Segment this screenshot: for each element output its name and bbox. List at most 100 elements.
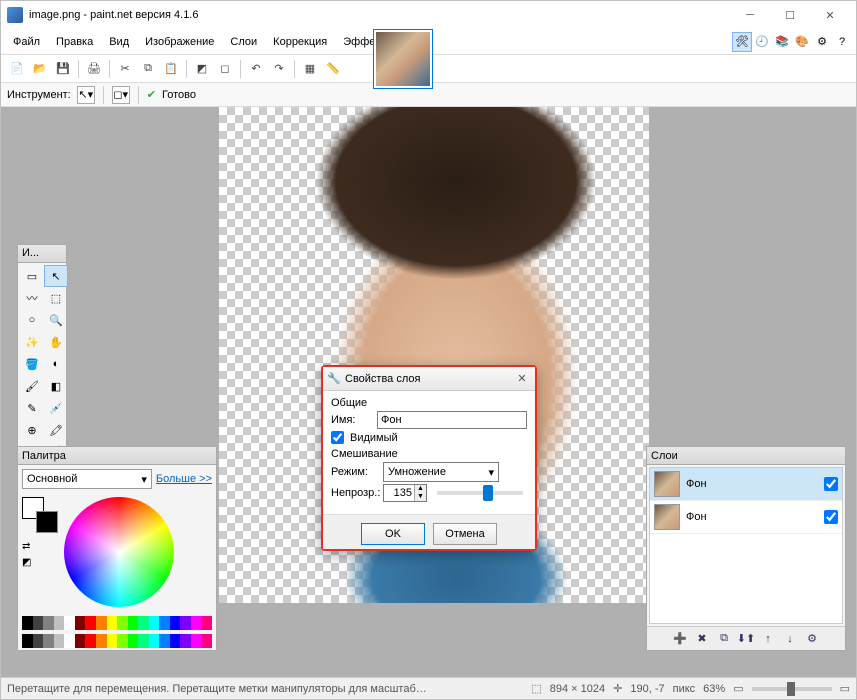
- mode-label: Режим:: [331, 466, 377, 478]
- opacity-value-input[interactable]: [384, 487, 414, 499]
- visible-checkbox[interactable]: [331, 431, 344, 444]
- layers-window-toggle[interactable]: 📚: [772, 32, 792, 52]
- selection-mode[interactable]: ◻▾: [112, 86, 130, 104]
- layers-panel: Слои Фон Фон ➕ ✖ ⧉ ⬇⬆ ↑ ↓ ⚙: [646, 446, 846, 651]
- palette-primary-dropdown[interactable]: Основной▾: [22, 469, 152, 489]
- reset-colors-icon[interactable]: ◩: [22, 557, 31, 568]
- document-thumbnail[interactable]: [373, 29, 433, 89]
- menu-image[interactable]: Изображение: [137, 32, 222, 52]
- cut-button[interactable]: ✂: [115, 59, 135, 79]
- status-units[interactable]: пикс: [673, 683, 696, 695]
- tool-gradient[interactable]: ◐: [44, 353, 68, 375]
- open-button[interactable]: 📂: [30, 59, 50, 79]
- save-button[interactable]: 💾: [53, 59, 73, 79]
- tool-rect-select[interactable]: ▭: [20, 265, 44, 287]
- swap-colors-icon[interactable]: ⇄: [22, 541, 30, 552]
- crop-button[interactable]: ◩: [192, 59, 212, 79]
- undo-button[interactable]: ↶: [246, 59, 266, 79]
- tool-clone[interactable]: ⊕: [20, 419, 44, 441]
- help-icon[interactable]: ?: [832, 32, 852, 52]
- new-button[interactable]: 📄: [7, 59, 27, 79]
- layer-down-button[interactable]: ↓: [780, 629, 800, 649]
- tool-picker[interactable]: ↖▾: [77, 86, 95, 104]
- layer-visible-checkbox[interactable]: [824, 477, 838, 491]
- color-wheel[interactable]: [64, 497, 174, 607]
- tool-zoom[interactable]: 🔍: [44, 309, 68, 331]
- tool-pan[interactable]: ✋: [44, 331, 68, 353]
- opacity-slider-thumb[interactable]: [483, 485, 493, 501]
- tool-picker[interactable]: 💉: [44, 397, 68, 419]
- layer-row[interactable]: Фон: [650, 468, 842, 501]
- status-zoom[interactable]: 63%: [703, 683, 725, 695]
- layer-merge-button[interactable]: ⬇⬆: [736, 629, 756, 649]
- layer-up-button[interactable]: ↑: [758, 629, 778, 649]
- layer-delete-button[interactable]: ✖: [692, 629, 712, 649]
- cancel-button[interactable]: Отмена: [433, 523, 497, 545]
- ruler-button[interactable]: 📏: [323, 59, 343, 79]
- minimize-button[interactable]: ─: [730, 4, 770, 26]
- settings-icon[interactable]: ⚙: [812, 32, 832, 52]
- deselect-button[interactable]: ◻: [215, 59, 235, 79]
- close-button[interactable]: ✕: [810, 4, 850, 26]
- window-title: image.png - paint.net версия 4.1.6: [29, 9, 730, 21]
- secondary-color-swatch[interactable]: [36, 511, 58, 533]
- layer-add-button[interactable]: ➕: [670, 629, 690, 649]
- status-cursor: 190, -7: [630, 683, 664, 695]
- menu-adjust[interactable]: Коррекция: [265, 32, 335, 52]
- layers-title: Слои: [651, 450, 678, 462]
- tool-eraser[interactable]: ◧: [44, 375, 68, 397]
- tools-window-toggle[interactable]: 🛠: [732, 32, 752, 52]
- blend-mode-select[interactable]: Умножение▾: [383, 462, 499, 482]
- opacity-spinner[interactable]: ▲▼: [383, 484, 427, 502]
- tool-move-selection[interactable]: ⬚: [44, 287, 68, 309]
- tool-ellipse-select[interactable]: ○: [20, 309, 44, 331]
- spin-up[interactable]: ▲: [415, 485, 426, 493]
- app-icon: [7, 7, 23, 23]
- tool-lasso[interactable]: 〰: [20, 287, 44, 309]
- zoom-slider[interactable]: [752, 687, 832, 691]
- layer-duplicate-button[interactable]: ⧉: [714, 629, 734, 649]
- redo-button[interactable]: ↷: [269, 59, 289, 79]
- layers-toolbar: ➕ ✖ ⧉ ⬇⬆ ↑ ↓ ⚙: [647, 626, 845, 650]
- menu-layers[interactable]: Слои: [222, 32, 265, 52]
- palette-title: Палитра: [22, 450, 66, 462]
- tool-label: Инструмент:: [7, 89, 71, 101]
- menu-file[interactable]: Файл: [5, 32, 48, 52]
- tool-brush[interactable]: 🖌: [20, 375, 44, 397]
- menu-edit[interactable]: Правка: [48, 32, 101, 52]
- zoom-in-icon[interactable]: ▭: [840, 682, 850, 695]
- palette-more-link[interactable]: Больше >>: [156, 473, 212, 485]
- layer-properties-dialog: 🔧 Свойства слоя ✕ Общие Имя: Видимый: [321, 365, 537, 551]
- menu-view[interactable]: Вид: [101, 32, 137, 52]
- tool-fill[interactable]: 🪣: [20, 353, 44, 375]
- tool-magic-wand[interactable]: ✨: [20, 331, 44, 353]
- layer-props-button[interactable]: ⚙: [802, 629, 822, 649]
- layer-name-input[interactable]: [377, 411, 527, 429]
- colors-window-toggle[interactable]: 🎨: [792, 32, 812, 52]
- zoom-slider-thumb[interactable]: [787, 682, 795, 696]
- zoom-out-icon[interactable]: ▭: [733, 682, 743, 695]
- dialog-close-button[interactable]: ✕: [513, 371, 531, 387]
- copy-button[interactable]: ⧉: [138, 59, 158, 79]
- spin-down[interactable]: ▼: [415, 493, 426, 501]
- layer-name: Фон: [686, 511, 818, 523]
- name-label: Имя:: [331, 414, 371, 426]
- paste-button[interactable]: 📋: [161, 59, 181, 79]
- grid-button[interactable]: ▦: [300, 59, 320, 79]
- tool-pencil[interactable]: ✎: [20, 397, 44, 419]
- history-window-toggle[interactable]: 🕘: [752, 32, 772, 52]
- cursor-icon: ✛: [613, 682, 622, 695]
- tool-move[interactable]: ↖: [44, 265, 68, 287]
- palette-strip-2[interactable]: [22, 634, 212, 648]
- print-button[interactable]: 🖨: [84, 59, 104, 79]
- tool-recolor[interactable]: 🖍: [44, 419, 68, 441]
- layer-name: Фон: [686, 478, 818, 490]
- layer-visible-checkbox[interactable]: [824, 510, 838, 524]
- palette-strip[interactable]: [22, 616, 212, 630]
- maximize-button[interactable]: ☐: [770, 4, 810, 26]
- opacity-slider[interactable]: [437, 491, 523, 495]
- opacity-label: Непрозр.:: [331, 487, 377, 499]
- ok-button[interactable]: OK: [361, 523, 425, 545]
- menubar: Файл Правка Вид Изображение Слои Коррекц…: [1, 29, 856, 55]
- layer-row[interactable]: Фон: [650, 501, 842, 534]
